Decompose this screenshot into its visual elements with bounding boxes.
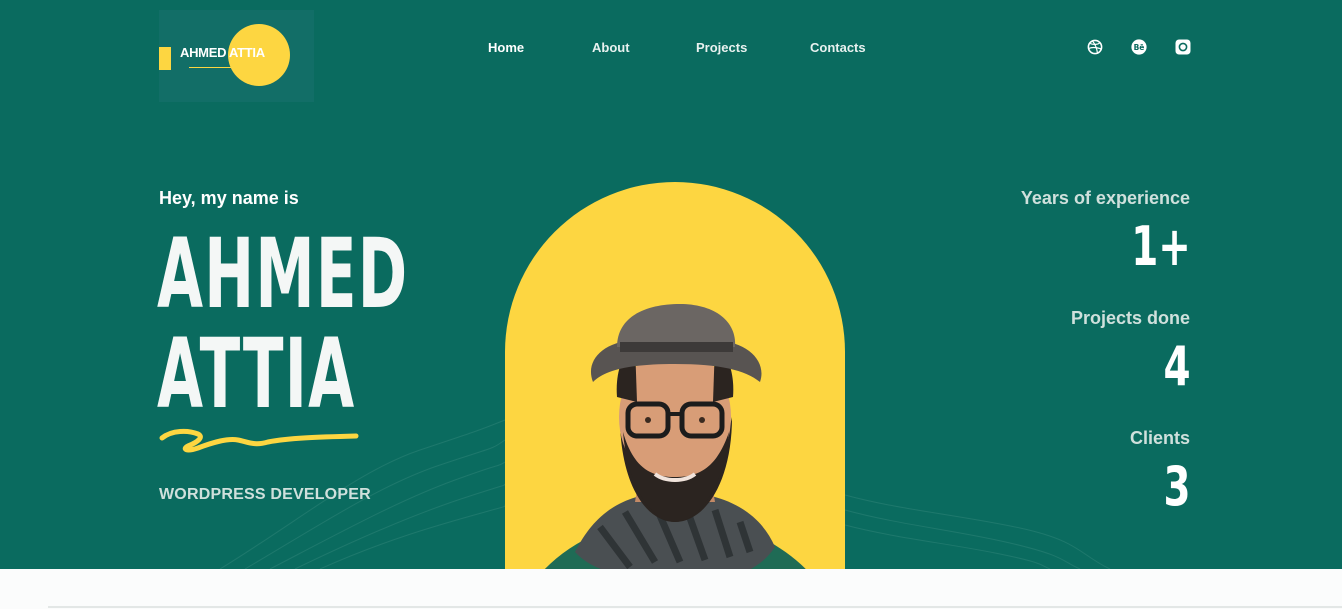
svg-text:Bē: Bē <box>1134 43 1145 52</box>
dribbble-icon[interactable] <box>1087 39 1103 55</box>
nav-about[interactable]: About <box>592 40 630 55</box>
stat-value-projects: 4 <box>1163 335 1191 398</box>
stat-value-clients: 3 <box>1163 455 1191 518</box>
hero-section: AHMED ATTIA Home About Projects Contacts… <box>0 0 1342 569</box>
logo-text: AHMED ATTIA <box>180 45 265 60</box>
instagram-icon[interactable] <box>1175 39 1191 55</box>
section-divider <box>48 606 1342 608</box>
stat-value-experience: 1+ <box>1131 215 1191 278</box>
logo-underline <box>189 67 239 68</box>
role-text: WORDPRESS DEVELOPER <box>159 486 371 503</box>
portrait-arch <box>505 182 845 569</box>
stat-label-experience: Years of experience <box>1020 188 1190 208</box>
first-name-heading: AHMED <box>157 218 409 330</box>
stat-label-projects: Projects done <box>1070 308 1190 328</box>
nav-projects[interactable]: Projects <box>696 40 747 55</box>
next-section <box>0 569 1342 609</box>
scribble-underline <box>159 428 359 453</box>
logo-accent-bar <box>159 47 171 70</box>
greeting-text: Hey, my name is <box>159 188 299 208</box>
stat-label-clients: Clients <box>1129 428 1190 448</box>
nav-home[interactable]: Home <box>488 40 524 55</box>
portrait-photo <box>544 304 806 569</box>
behance-icon[interactable]: Bē <box>1131 39 1147 55</box>
site-logo[interactable]: AHMED ATTIA <box>159 10 314 102</box>
last-name-heading: ATTIA <box>157 318 356 430</box>
nav-contacts[interactable]: Contacts <box>810 40 866 55</box>
